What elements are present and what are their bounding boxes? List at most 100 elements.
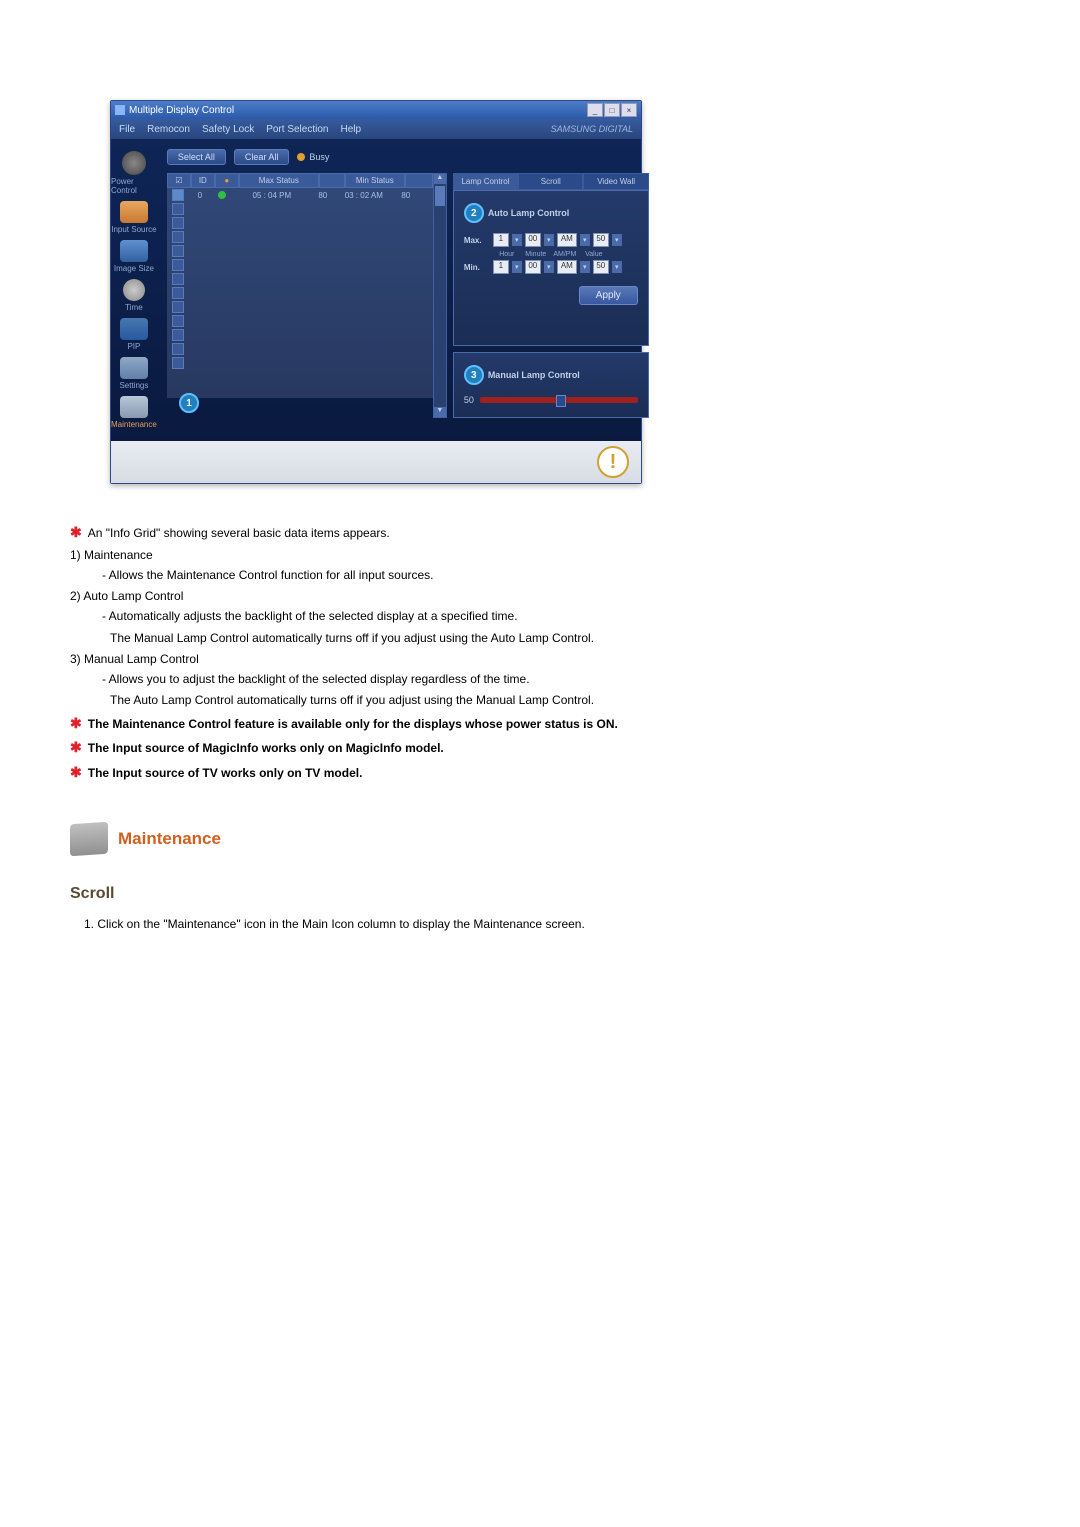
- row-checkbox[interactable]: [172, 273, 184, 285]
- row-checkbox[interactable]: [172, 203, 184, 215]
- col-check[interactable]: ☑: [167, 173, 191, 188]
- minimize-button[interactable]: _: [587, 103, 603, 117]
- dropdown-icon[interactable]: ▾: [580, 261, 590, 273]
- menu-file[interactable]: File: [119, 124, 135, 135]
- scroll-thumb[interactable]: [435, 186, 445, 206]
- clear-all-button[interactable]: Clear All: [234, 149, 290, 165]
- doc-item-2: 2) Auto Lamp Control: [70, 589, 1010, 603]
- table-row[interactable]: [167, 356, 433, 370]
- table-row[interactable]: [167, 216, 433, 230]
- star-icon: ✱: [70, 764, 82, 781]
- max-minute-input[interactable]: 00: [525, 233, 541, 247]
- table-row[interactable]: [167, 328, 433, 342]
- scroll-up-icon[interactable]: ▲: [434, 174, 446, 184]
- maintenance-icon: [120, 396, 148, 418]
- table-row[interactable]: [167, 342, 433, 356]
- annotation-3: 3: [464, 365, 484, 385]
- select-all-button[interactable]: Select All: [167, 149, 226, 165]
- menu-safetylock[interactable]: Safety Lock: [202, 124, 254, 135]
- row-maxv: 80: [311, 191, 335, 200]
- row-min: 03 : 02 AM: [335, 191, 393, 200]
- doc-text: The Input source of TV works only on TV …: [88, 764, 363, 783]
- maximize-button[interactable]: □: [604, 103, 620, 117]
- ol-item: 1. Click on the "Maintenance" icon in th…: [70, 915, 1010, 934]
- row-checkbox[interactable]: [172, 315, 184, 327]
- row-checkbox[interactable]: [172, 329, 184, 341]
- col-max: Max Status: [239, 173, 319, 188]
- max-ampm-input[interactable]: AM: [557, 233, 577, 247]
- tab-video-wall[interactable]: Video Wall: [583, 173, 648, 190]
- slider-value: 50: [464, 395, 474, 405]
- row-checkbox[interactable]: [172, 259, 184, 271]
- row-checkbox[interactable]: [172, 287, 184, 299]
- table-row[interactable]: [167, 272, 433, 286]
- sidebar-item-input[interactable]: Input Source: [111, 199, 157, 236]
- dropdown-icon[interactable]: ▾: [512, 261, 522, 273]
- row-max: 05 : 04 PM: [233, 191, 311, 200]
- max-hour-input[interactable]: 1: [493, 233, 509, 247]
- table-row[interactable]: [167, 314, 433, 328]
- menu-help[interactable]: Help: [340, 124, 361, 135]
- row-checkbox[interactable]: [172, 231, 184, 243]
- dropdown-icon[interactable]: ▾: [612, 261, 622, 273]
- min-hour-input[interactable]: 1: [493, 260, 509, 274]
- auto-lamp-title: Auto Lamp Control: [488, 208, 570, 218]
- row-checkbox[interactable]: [172, 301, 184, 313]
- annotation-2: 2: [464, 203, 484, 223]
- sidebar-item-power[interactable]: Power Control: [111, 149, 157, 197]
- table-row[interactable]: 0 05 : 04 PM 80 03 : 02 AM 80: [167, 188, 433, 202]
- lamp-slider[interactable]: [480, 397, 638, 403]
- info-grid: ☑ ID ● Max Status Min Status: [167, 173, 447, 418]
- star-icon: ✱: [70, 739, 82, 756]
- doc-text: The Input source of MagicInfo works only…: [88, 739, 444, 758]
- image-icon: [120, 240, 148, 262]
- row-checkbox[interactable]: [172, 343, 184, 355]
- table-row[interactable]: [167, 230, 433, 244]
- row-checkbox[interactable]: [172, 245, 184, 257]
- status-dot-icon: [218, 191, 226, 199]
- dropdown-icon[interactable]: ▾: [612, 234, 622, 246]
- sidebar-item-time[interactable]: Time: [111, 277, 157, 314]
- tab-lamp-control[interactable]: Lamp Control: [453, 173, 518, 190]
- sidebar-item-settings[interactable]: Settings: [111, 355, 157, 392]
- apply-button[interactable]: Apply: [579, 286, 638, 305]
- table-row[interactable]: [167, 244, 433, 258]
- row-checkbox[interactable]: [172, 357, 184, 369]
- sidebar: Power Control Input Source Image Size Ti…: [111, 139, 157, 441]
- grid-header: ☑ ID ● Max Status Min Status: [167, 173, 433, 188]
- min-label: Min.: [464, 263, 490, 272]
- time-icon: [123, 279, 145, 301]
- doc-subitem: - Automatically adjusts the backlight of…: [70, 607, 1010, 626]
- star-icon: ✱: [70, 524, 82, 541]
- row-id: 0: [189, 191, 211, 200]
- min-value-input[interactable]: 50: [593, 260, 609, 274]
- menu-remocon[interactable]: Remocon: [147, 124, 190, 135]
- alert-icon: !: [597, 446, 629, 478]
- table-row[interactable]: [167, 202, 433, 216]
- dropdown-icon[interactable]: ▾: [580, 234, 590, 246]
- dropdown-icon[interactable]: ▾: [544, 234, 554, 246]
- table-row[interactable]: [167, 300, 433, 314]
- min-ampm-input[interactable]: AM: [557, 260, 577, 274]
- menu-portselection[interactable]: Port Selection: [266, 124, 328, 135]
- max-value-input[interactable]: 50: [593, 233, 609, 247]
- doc-subitem: The Manual Lamp Control automatically tu…: [70, 629, 1010, 648]
- scroll-down-icon[interactable]: ▼: [434, 407, 446, 417]
- row-checkbox[interactable]: [172, 217, 184, 229]
- min-minute-input[interactable]: 00: [525, 260, 541, 274]
- sidebar-item-maintenance[interactable]: Maintenance: [111, 394, 157, 431]
- col-min: Min Status: [345, 173, 405, 188]
- row-checkbox[interactable]: [172, 189, 184, 201]
- sidebar-item-image[interactable]: Image Size: [111, 238, 157, 275]
- section-title: Maintenance: [118, 829, 221, 849]
- slider-thumb[interactable]: [556, 395, 566, 407]
- tab-scroll[interactable]: Scroll: [518, 173, 583, 190]
- table-row[interactable]: [167, 286, 433, 300]
- scrollbar[interactable]: ▲ ▼: [433, 173, 447, 418]
- table-row[interactable]: [167, 258, 433, 272]
- dropdown-icon[interactable]: ▾: [544, 261, 554, 273]
- dropdown-icon[interactable]: ▾: [512, 234, 522, 246]
- close-button[interactable]: ×: [621, 103, 637, 117]
- sidebar-item-pip[interactable]: PIP: [111, 316, 157, 353]
- max-label: Max.: [464, 236, 490, 245]
